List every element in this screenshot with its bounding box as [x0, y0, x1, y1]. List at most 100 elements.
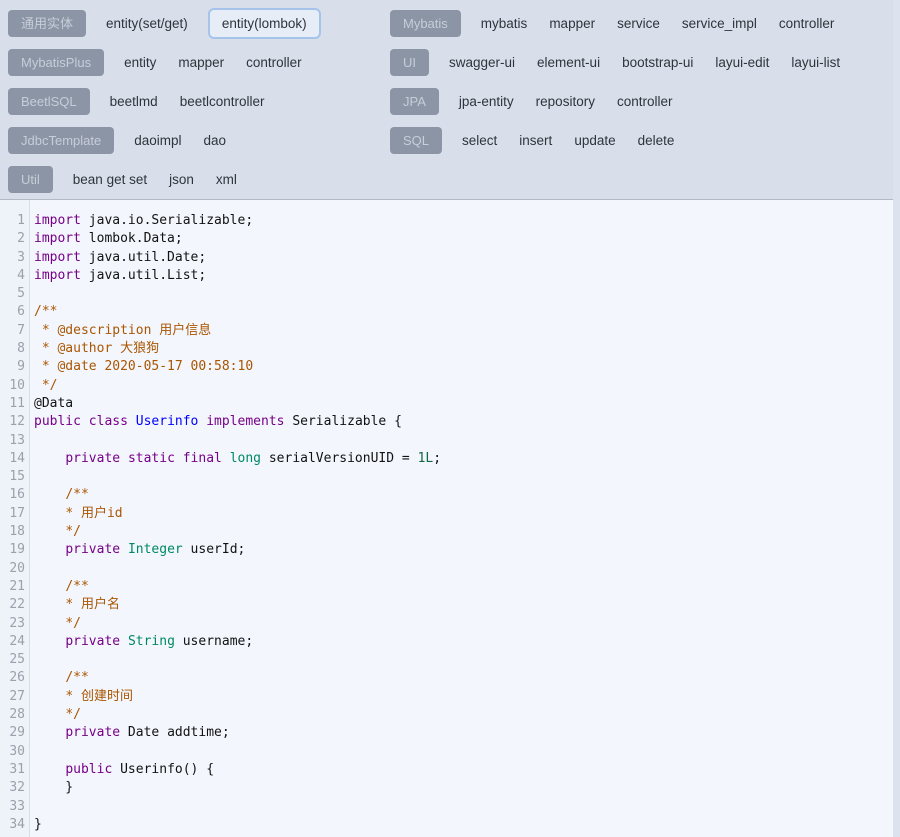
line-number: 19 — [0, 541, 30, 559]
page-scrollbar-track[interactable] — [893, 0, 900, 837]
template-tag-controller[interactable]: controller — [615, 88, 675, 115]
template-tag-service[interactable]: service — [615, 10, 662, 37]
group-button-beetlsql[interactable]: BeetlSQL — [8, 88, 90, 115]
template-tag-mapper[interactable]: mapper — [547, 10, 597, 37]
code-token: * 创建时间 — [65, 689, 133, 704]
code-line: 31 public Userinfo() { — [0, 761, 893, 779]
template-tag-entity-lombok[interactable]: entity(lombok) — [208, 8, 321, 39]
template-tag-service-impl[interactable]: service_impl — [680, 10, 759, 37]
group-button-jpa[interactable]: JPA — [390, 88, 439, 115]
template-tag-controller[interactable]: controller — [777, 10, 837, 37]
group-button-mybatis[interactable]: Mybatis — [390, 10, 461, 37]
code-text: public class Userinfo implements Seriali… — [30, 413, 402, 431]
code-line: 24 private String username; — [0, 633, 893, 651]
code-line: 20 — [0, 560, 893, 578]
code-token — [34, 597, 65, 612]
template-tag-jpa-entity[interactable]: jpa-entity — [457, 88, 516, 115]
line-number: 23 — [0, 615, 30, 633]
template-tag-layui-list[interactable]: layui-list — [789, 49, 842, 76]
code-token: * @date 2020-05-17 00:58:10 — [34, 359, 253, 374]
code-token: 1L — [418, 451, 434, 466]
code-line: 13 — [0, 432, 893, 450]
template-tag-entity[interactable]: entity — [122, 49, 158, 76]
code-token: Integer — [128, 542, 183, 557]
code-text: * 创建时间 — [30, 688, 133, 706]
template-tag-update[interactable]: update — [572, 127, 617, 154]
line-number: 28 — [0, 706, 30, 724]
code-token: public — [65, 762, 112, 777]
toolbar-column-right: Mybatismybatismapperserviceservice_implc… — [390, 4, 842, 160]
code-token — [81, 414, 89, 429]
group-button-通用实体[interactable]: 通用实体 — [8, 10, 86, 37]
template-tag-swagger-ui[interactable]: swagger-ui — [447, 49, 517, 76]
code-line: 26 /** — [0, 669, 893, 687]
template-tag-delete[interactable]: delete — [636, 127, 677, 154]
group-button-sql[interactable]: SQL — [390, 127, 442, 154]
template-tag-layui-edit[interactable]: layui-edit — [713, 49, 771, 76]
template-tag-element-ui[interactable]: element-ui — [535, 49, 602, 76]
code-token: private — [65, 451, 120, 466]
line-number: 29 — [0, 724, 30, 742]
template-tag-bean-get-set[interactable]: bean get set — [71, 166, 149, 193]
line-number: 10 — [0, 377, 30, 395]
line-number: 6 — [0, 303, 30, 321]
template-tag-daoimpl[interactable]: daoimpl — [132, 127, 183, 154]
code-text: * 用户id — [30, 505, 123, 523]
template-tag-controller[interactable]: controller — [244, 49, 304, 76]
line-number: 22 — [0, 596, 30, 614]
template-tag-entity-set-get[interactable]: entity(set/get) — [104, 10, 190, 37]
code-text: * @date 2020-05-17 00:58:10 — [30, 358, 253, 376]
code-line: 22 * 用户名 — [0, 596, 893, 614]
template-tag-bootstrap-ui[interactable]: bootstrap-ui — [620, 49, 695, 76]
line-number: 18 — [0, 523, 30, 541]
code-line: 25 — [0, 651, 893, 669]
code-line: 17 * 用户id — [0, 505, 893, 523]
code-token: /** — [65, 487, 88, 502]
code-token — [120, 634, 128, 649]
code-token — [34, 689, 65, 704]
toolbar-row: Util bean get set jsonxml — [8, 160, 321, 199]
code-token: String — [128, 634, 175, 649]
code-token: import — [34, 250, 81, 265]
code-token: */ — [65, 616, 81, 631]
code-line: 29 private Date addtime; — [0, 724, 893, 742]
code-token — [34, 524, 65, 539]
template-tag-mapper[interactable]: mapper — [176, 49, 226, 76]
line-number: 30 — [0, 743, 30, 761]
group-button-util[interactable]: Util — [8, 166, 53, 193]
template-tag-select[interactable]: select — [460, 127, 499, 154]
code-text: import java.io.Serializable; — [30, 212, 253, 230]
code-line: 27 * 创建时间 — [0, 688, 893, 706]
code-editor[interactable]: 1import java.io.Serializable;2import lom… — [0, 200, 893, 837]
code-text: } — [30, 779, 73, 797]
template-tag-dao[interactable]: dao — [202, 127, 229, 154]
code-line: 34} — [0, 816, 893, 834]
template-tag-json[interactable]: json — [167, 166, 196, 193]
template-tag-mybatis[interactable]: mybatis — [479, 10, 530, 37]
code-token: userId; — [183, 542, 246, 557]
template-tag-insert[interactable]: insert — [517, 127, 554, 154]
code-text: import lombok.Data; — [30, 230, 183, 248]
code-line: 21 /** — [0, 578, 893, 596]
group-button-jdbctemplate[interactable]: JdbcTemplate — [8, 127, 114, 154]
code-text: private Date addtime; — [30, 724, 230, 742]
toolbar-row: SQL select insert update delete — [390, 121, 842, 160]
template-tag-beetlcontroller[interactable]: beetlcontroller — [178, 88, 267, 115]
code-line: 28 */ — [0, 706, 893, 724]
code-text: public Userinfo() { — [30, 761, 214, 779]
code-line: 14 private static final long serialVersi… — [0, 450, 893, 468]
code-token — [222, 451, 230, 466]
group-button-ui[interactable]: UI — [390, 49, 429, 76]
code-token: */ — [65, 524, 81, 539]
code-token: lombok.Data; — [81, 231, 183, 246]
code-token: import — [34, 231, 81, 246]
template-tag-beetlmd[interactable]: beetlmd — [108, 88, 160, 115]
line-number: 16 — [0, 486, 30, 504]
template-tag-xml[interactable]: xml — [214, 166, 239, 193]
group-button-mybatisplus[interactable]: MybatisPlus — [8, 49, 104, 76]
code-text: private String username; — [30, 633, 253, 651]
code-line: 15 — [0, 468, 893, 486]
code-text: * @description 用户信息 — [30, 322, 211, 340]
code-token: java.util.Date; — [81, 250, 206, 265]
template-tag-repository[interactable]: repository — [534, 88, 597, 115]
